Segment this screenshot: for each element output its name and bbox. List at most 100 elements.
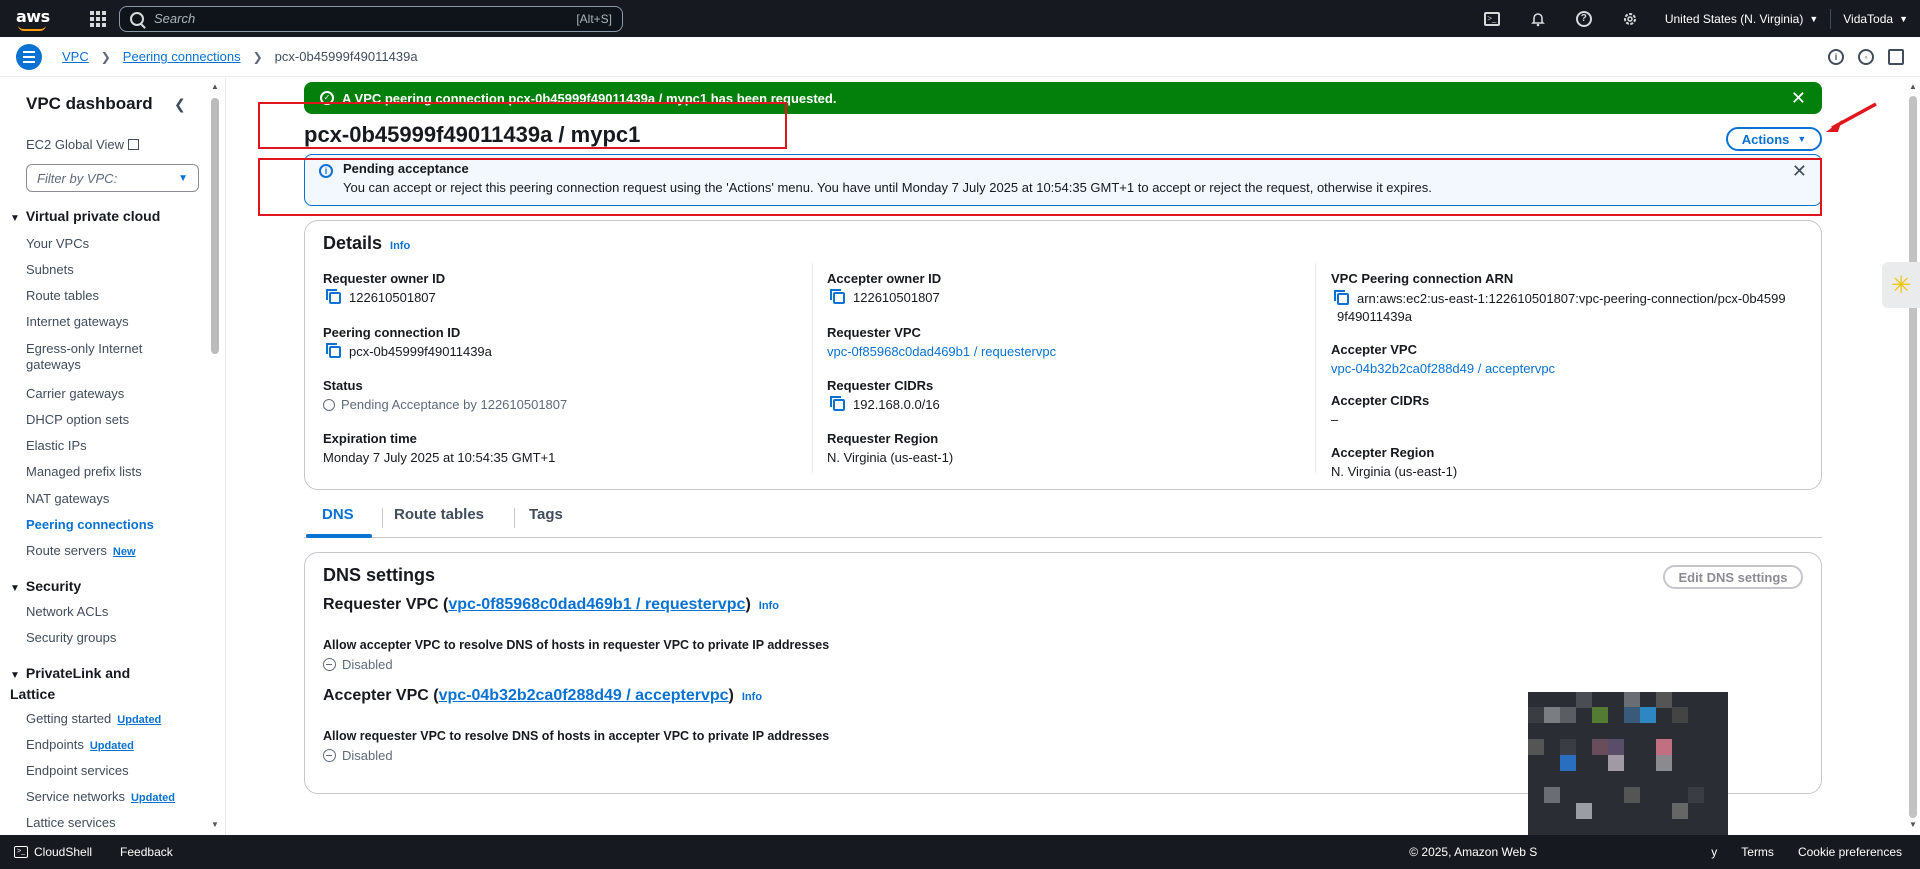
requester-region-value: N. Virginia (us-east-1): [827, 450, 954, 465]
disabled-status-icon: [323, 749, 336, 762]
copy-icon[interactable]: [1334, 290, 1349, 305]
sidebar-item-getting-started[interactable]: Getting started Updated: [26, 711, 161, 728]
requester-allow-dns-value: Disabled: [323, 657, 393, 672]
accepter-cidrs-label: Accepter CIDRs: [1331, 393, 1430, 408]
cloudshell-button[interactable]: >_ CloudShell: [14, 845, 92, 859]
services-grid-icon[interactable]: [90, 10, 106, 27]
sparkle-assistant-icon[interactable]: ✳: [1882, 262, 1920, 308]
privacy-link-fragment[interactable]: y: [1711, 845, 1717, 859]
external-link-icon: [128, 139, 140, 150]
requester-cidrs-label: Requester CIDRs: [827, 378, 934, 393]
copyright-text: © 2025, Amazon Web S: [1409, 845, 1538, 859]
region-selector[interactable]: United States (N. Virginia) ▼: [1653, 12, 1830, 26]
accepter-vpc-info-link[interactable]: Info: [742, 691, 762, 703]
accepter-vpc-label: Accepter VPC: [1331, 342, 1417, 357]
tab-dns[interactable]: DNS: [322, 506, 354, 523]
sidebar-item-peering-connections[interactable]: Peering connections: [26, 517, 154, 533]
main-scrollbar[interactable]: ▲ ▼: [1906, 78, 1920, 835]
terms-link[interactable]: Terms: [1741, 845, 1774, 859]
sidebar-item-route-tables[interactable]: Route tables: [26, 288, 99, 304]
copy-icon[interactable]: [830, 288, 845, 304]
sidebar-item-egress-only-internet-gateways[interactable]: Egress-only Internet gateways: [26, 341, 161, 373]
info-panel-icon[interactable]: i: [1828, 48, 1844, 65]
vpc-filter-select[interactable]: Filter by VPC: ▼: [26, 164, 199, 192]
sidebar-item-endpoints[interactable]: Endpoints Updated: [26, 737, 134, 754]
accepter-owner-id-label: Accepter owner ID: [827, 271, 942, 286]
sidebar-item-lattice-services[interactable]: Lattice services: [26, 815, 116, 831]
hamburger-menu-icon[interactable]: [16, 43, 42, 70]
tab-route-tables[interactable]: Route tables: [394, 506, 484, 523]
accepter-allow-dns-label: Allow requester VPC to resolve DNS of ho…: [323, 729, 830, 743]
copy-icon[interactable]: [830, 395, 845, 411]
breadcrumb-peering-connections[interactable]: Peering connections: [123, 49, 241, 64]
requester-owner-id-label: Requester owner ID: [323, 271, 446, 286]
help-icon[interactable]: ?: [1561, 0, 1607, 37]
gear-icon[interactable]: [1607, 0, 1653, 37]
compass-icon[interactable]: ◦: [1858, 48, 1874, 65]
section-privatelink-and-lattice[interactable]: ▼ PrivateLink and Lattice: [10, 664, 160, 704]
clock-icon: [323, 398, 335, 411]
requester-owner-id-value: 122610501807: [326, 288, 436, 305]
requester-vpc-link[interactable]: vpc-0f85968c0dad469b1 / requestervpc: [827, 344, 1056, 359]
sidebar-item-your-vpcs[interactable]: Your VPCs: [26, 236, 89, 252]
top-navigation: aws Search [Alt+S] >_ ? United States (N…: [0, 0, 1920, 37]
requester-region-label: Requester Region: [827, 431, 939, 446]
sidebar-item-dhcp-option-sets[interactable]: DHCP option sets: [26, 412, 129, 428]
requester-vpc-dns-link[interactable]: vpc-0f85968c0dad469b1 / requestervpc: [448, 596, 745, 613]
sidebar-item-internet-gateways[interactable]: Internet gateways: [26, 314, 129, 330]
breadcrumb-vpc[interactable]: VPC: [62, 49, 89, 64]
sidebar-item-network-acls[interactable]: Network ACLs: [26, 604, 108, 620]
tab-tags[interactable]: Tags: [529, 506, 563, 523]
feedback-link[interactable]: Feedback: [120, 845, 173, 859]
aws-logo[interactable]: aws: [14, 5, 54, 33]
sidebar-item-managed-prefix-lists[interactable]: Managed prefix lists: [26, 464, 142, 480]
accepter-vpc-dns-link[interactable]: vpc-04b32b2ca0f288d49 / acceptervpc: [439, 687, 729, 704]
caret-down-icon: ▼: [1809, 13, 1819, 24]
requester-allow-dns-label: Allow accepter VPC to resolve DNS of hos…: [323, 638, 830, 652]
sidebar-item-ec2-global-view[interactable]: EC2 Global View: [26, 137, 140, 152]
sidebar-title[interactable]: VPC dashboard: [26, 94, 153, 114]
copy-icon[interactable]: [326, 288, 341, 304]
sidebar-item-carrier-gateways[interactable]: Carrier gateways: [26, 386, 124, 402]
actions-button[interactable]: Actions ▼: [1726, 127, 1822, 151]
accepter-region-label: Accepter Region: [1331, 445, 1435, 460]
bell-icon[interactable]: [1515, 0, 1561, 37]
requester-vpc-info-link[interactable]: Info: [759, 600, 779, 612]
dismiss-success-close-icon[interactable]: ✕: [1791, 88, 1806, 109]
accepter-region-value: N. Virginia (us-east-1): [1331, 464, 1458, 479]
chevron-right-icon: ❯: [252, 49, 263, 64]
sidebar-item-service-networks[interactable]: Service networks Updated: [26, 789, 175, 806]
collapse-sidebar-icon[interactable]: ❮: [174, 96, 186, 113]
section-security[interactable]: ▼ Security: [10, 578, 81, 594]
peering-connection-id-value: pcx-0b45999f49011439a: [326, 342, 492, 359]
annotation-banner-box: [258, 158, 1822, 216]
copy-icon[interactable]: [326, 342, 341, 358]
accepter-vpc-link[interactable]: vpc-04b32b2ca0f288d49 / acceptervpc: [1331, 361, 1555, 376]
updated-badge: Updated: [117, 714, 162, 726]
sidebar-item-security-groups[interactable]: Security groups: [26, 630, 116, 646]
edit-dns-settings-button[interactable]: Edit DNS settings: [1663, 565, 1803, 589]
expiration-label: Expiration time: [323, 431, 417, 446]
details-info-link[interactable]: Info: [390, 240, 410, 252]
sidebar-item-endpoint-services[interactable]: Endpoint services: [26, 763, 129, 779]
sidebar-item-nat-gateways[interactable]: NAT gateways: [26, 491, 109, 507]
requester-vpc-label: Requester VPC: [827, 325, 921, 340]
search-input[interactable]: Search [Alt+S]: [119, 5, 623, 32]
panel-icon[interactable]: [1888, 48, 1904, 65]
sidebar-item-elastic-ips[interactable]: Elastic IPs: [26, 438, 87, 454]
cloudshell-icon[interactable]: >_: [1469, 0, 1515, 37]
requester-cidrs-value: 192.168.0.0/16: [830, 395, 940, 412]
sidebar-scrollbar[interactable]: ▲ ▼: [208, 78, 222, 835]
account-menu[interactable]: VidaToda ▼: [1831, 12, 1920, 26]
caret-down-icon: ▼: [1797, 134, 1807, 144]
search-icon: [130, 11, 144, 26]
section-virtual-private-cloud[interactable]: ▼ Virtual private cloud: [10, 208, 160, 224]
disabled-status-icon: [323, 658, 336, 671]
sidebar-item-subnets[interactable]: Subnets: [26, 262, 74, 278]
accepter-allow-dns-value: Disabled: [323, 748, 393, 763]
arn-label: VPC Peering connection ARN: [1331, 271, 1514, 286]
sidebar-item-route-servers[interactable]: Route servers New: [26, 543, 136, 560]
cookie-preferences-link[interactable]: Cookie preferences: [1798, 845, 1902, 859]
caret-down-icon: ▼: [10, 670, 20, 681]
peering-connection-id-label: Peering connection ID: [323, 325, 461, 340]
